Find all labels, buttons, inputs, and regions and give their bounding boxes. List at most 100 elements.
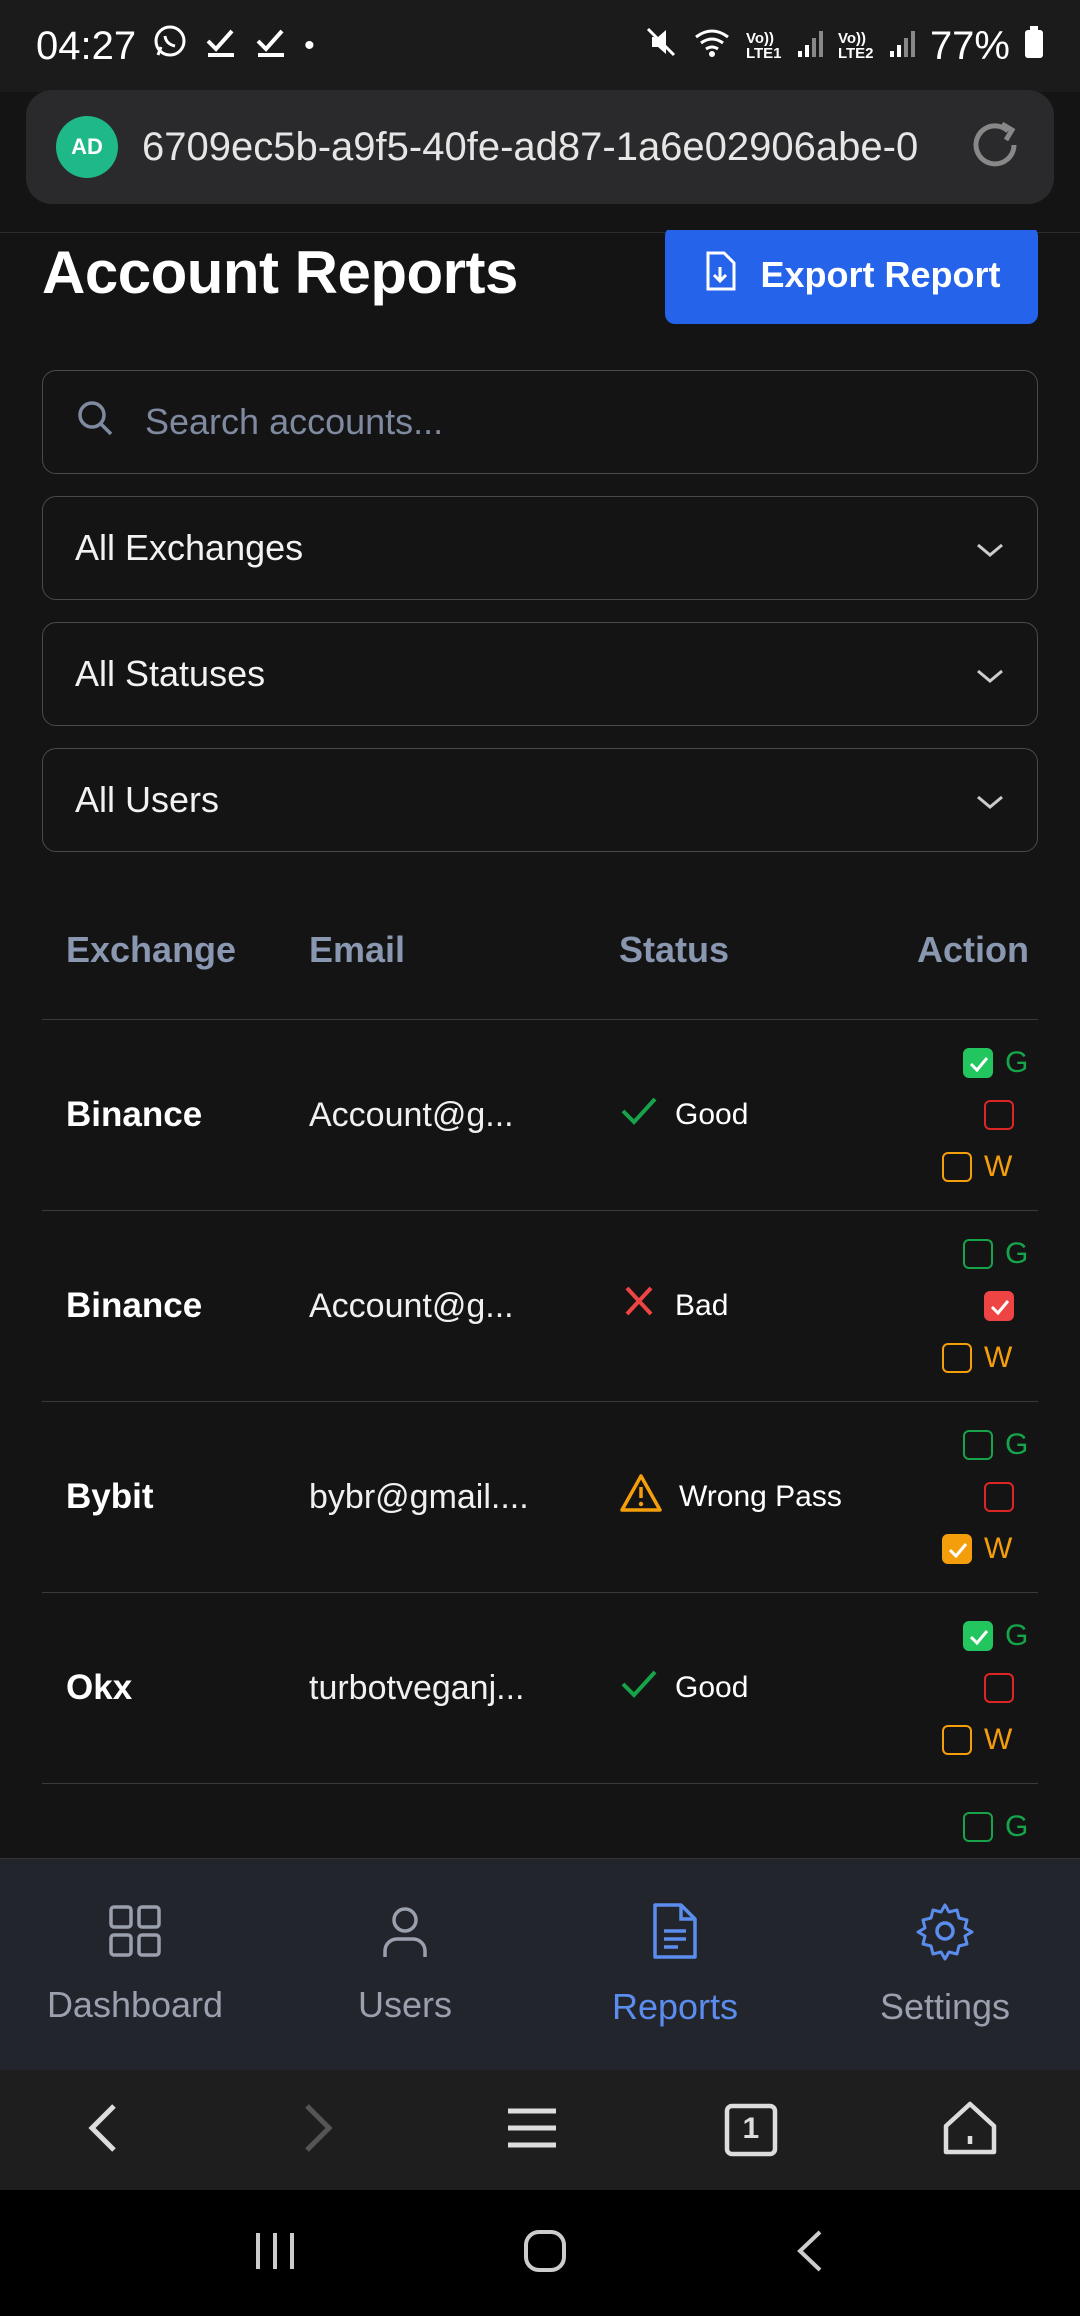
home-icon[interactable] <box>940 2098 1000 2163</box>
status-bar: 04:27 • Vo)) LTE1 Vo)) LTE2 77% <box>0 0 1080 92</box>
exchange-select[interactable]: All Exchanges <box>42 496 1038 600</box>
table-row: Binance Account@g... Good G W <box>42 1020 1038 1211</box>
tab-count: 1 <box>742 2112 760 2145</box>
mark-good-checkbox[interactable] <box>963 1238 993 1269</box>
email-cell: turbotveganj... <box>309 1668 525 1707</box>
chevron-down-icon <box>975 653 1005 695</box>
check-notification-icon <box>254 24 288 69</box>
nav-label: Users <box>357 1984 452 2025</box>
forward-icon[interactable] <box>291 2098 341 2163</box>
page-title: Account Reports <box>42 239 518 306</box>
file-download-icon <box>702 251 738 300</box>
exchange-cell: Bybit <box>66 1477 154 1516</box>
check-notification-icon <box>204 24 238 69</box>
tabs-icon[interactable]: 1 <box>723 2102 779 2158</box>
nav-label: Reports <box>611 1986 739 2027</box>
mark-bad-checkbox[interactable] <box>984 1290 1014 1321</box>
bottom-nav: Dashboard Users Reports Settings <box>0 1858 1080 2070</box>
mark-wrong-checkbox[interactable] <box>942 1533 972 1564</box>
status-label: Bad <box>675 1289 729 1322</box>
gear-icon <box>915 1901 975 1970</box>
nav-item-reports[interactable]: Reports <box>540 1859 810 2070</box>
user-icon <box>377 1903 433 1968</box>
main-content: Account Reports Export Report Search acc… <box>0 230 1080 1860</box>
action-cell: G W <box>917 1211 1038 1402</box>
accounts-table: Exchange Email Status Action Binance Acc… <box>42 880 1038 1860</box>
mark-good-checkbox[interactable] <box>963 1812 993 1842</box>
mark-good-checkbox[interactable] <box>963 1047 993 1078</box>
table-row: Okx turbotveganj... Good G W <box>42 1593 1038 1784</box>
battery-level: 77% <box>929 23 1010 68</box>
table-row: Binance Account@g... Bad G W <box>42 1211 1038 1402</box>
status-cell: Bad <box>601 1284 917 1328</box>
exchange-cell: Binance <box>66 1095 203 1134</box>
search-placeholder: Search accounts... <box>145 401 444 442</box>
column-header-action[interactable]: Action <box>917 929 1038 971</box>
back-icon[interactable] <box>80 2098 130 2163</box>
mark-bad-checkbox[interactable] <box>984 1672 1014 1703</box>
adblock-shield-icon[interactable]: AD <box>56 116 118 178</box>
status-label: Good <box>675 1098 749 1131</box>
mark-good-label: G <box>1005 1618 1029 1652</box>
users-select-value: All Users <box>75 779 220 820</box>
chevron-down-icon <box>975 779 1005 821</box>
mark-wrong-label: W <box>984 1722 1013 1756</box>
column-header-exchange[interactable]: Exchange <box>42 929 285 971</box>
action-cell: G W <box>917 1402 1038 1593</box>
search-icon <box>75 398 115 447</box>
table-row: G <box>42 1784 1038 1860</box>
export-report-button[interactable]: Export Report <box>665 230 1038 324</box>
network-label-1: Vo)) LTE1 <box>745 30 782 62</box>
nav-item-users[interactable]: Users <box>270 1859 540 2070</box>
mark-good-checkbox[interactable] <box>963 1620 993 1651</box>
mark-wrong-checkbox[interactable] <box>942 1151 972 1182</box>
mark-good-checkbox[interactable] <box>963 1429 993 1460</box>
url-text[interactable]: 6709ec5b-a9f5-40fe-ad87-1a6e02906abe-0 <box>142 125 966 170</box>
address-bar[interactable]: AD 6709ec5b-a9f5-40fe-ad87-1a6e02906abe-… <box>26 90 1054 204</box>
status-label: Good <box>675 1671 749 1704</box>
exchange-select-value: All Exchanges <box>75 527 304 568</box>
home-button-icon[interactable] <box>520 2226 570 2281</box>
clock: 04:27 <box>36 23 137 68</box>
email-cell: Account@g... <box>309 1095 514 1134</box>
nav-item-settings[interactable]: Settings <box>810 1859 1080 2070</box>
battery-icon <box>1024 24 1044 69</box>
mark-bad-checkbox[interactable] <box>984 1481 1014 1512</box>
menu-icon[interactable] <box>502 2103 562 2158</box>
action-cell: G <box>917 1784 1038 1860</box>
signal-icon <box>796 24 824 69</box>
nav-item-dashboard[interactable]: Dashboard <box>0 1859 270 2070</box>
export-report-label: Export Report <box>760 254 1001 295</box>
mark-bad-checkbox[interactable] <box>984 1099 1014 1130</box>
wifi-icon <box>692 24 732 69</box>
mark-good-label: G <box>1005 1045 1029 1079</box>
status-cell: Wrong Pass <box>601 1473 917 1521</box>
status-select-value: All Statuses <box>75 653 266 694</box>
exchange-cell: Okx <box>66 1668 133 1707</box>
email-cell: Account@g... <box>309 1286 514 1325</box>
column-header-email[interactable]: Email <box>285 929 601 971</box>
warning-icon <box>619 1473 663 1521</box>
search-input[interactable]: Search accounts... <box>42 370 1038 474</box>
action-cell: G W <box>917 1020 1038 1211</box>
users-select[interactable]: All Users <box>42 748 1038 852</box>
status-label: Wrong Pass <box>679 1480 842 1513</box>
reload-icon[interactable] <box>966 116 1024 179</box>
checkmark-icon <box>619 1093 659 1137</box>
system-back-icon[interactable] <box>790 2226 830 2281</box>
adblock-badge-label: AD <box>71 134 103 159</box>
mark-wrong-label: W <box>984 1149 1013 1183</box>
column-header-status[interactable]: Status <box>601 929 917 971</box>
recent-apps-icon[interactable] <box>250 2229 300 2278</box>
mark-wrong-checkbox[interactable] <box>942 1342 972 1373</box>
mark-wrong-checkbox[interactable] <box>942 1724 972 1755</box>
checkmark-icon <box>619 1666 659 1710</box>
status-select[interactable]: All Statuses <box>42 622 1038 726</box>
table-row: Bybit bybr@gmail.... Wrong Pass G W <box>42 1402 1038 1593</box>
browser-toolbar: 1 <box>0 2070 1080 2190</box>
dot-icon: • <box>304 29 315 62</box>
email-cell: bybr@gmail.... <box>309 1477 529 1516</box>
exchange-cell: Binance <box>66 1286 203 1325</box>
mark-wrong-label: W <box>984 1340 1013 1374</box>
grid-icon <box>107 1903 163 1968</box>
